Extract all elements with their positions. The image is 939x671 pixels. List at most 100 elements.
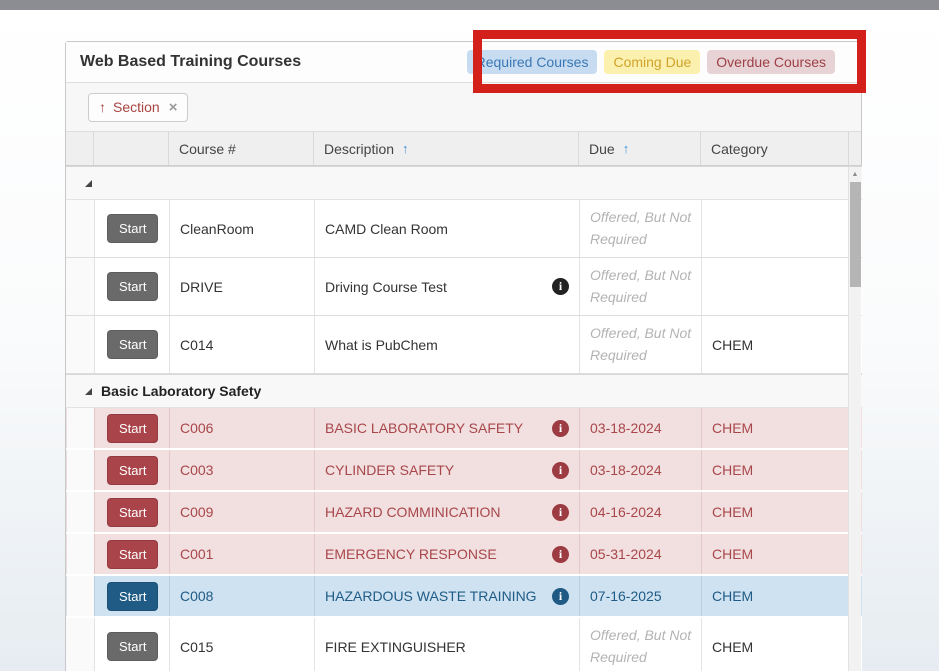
table-row[interactable]: Start C001 EMERGENCY RESPONSE i 05-31-20… [66, 534, 862, 576]
description-text: FIRE EXTINGUISHER [325, 639, 466, 655]
description-text: EMERGENCY RESPONSE [325, 546, 497, 562]
collapse-group-icon[interactable] [85, 180, 92, 187]
table-row[interactable]: Start C006 BASIC LABORATORY SAFETY i 03-… [66, 408, 862, 450]
due-cell: 05-31-2024 [579, 534, 701, 574]
scrollbar-thumb[interactable] [850, 182, 861, 287]
due-cell: 07-16-2025 [579, 576, 701, 616]
grouping-toolbar: ↑ Section × [66, 83, 861, 132]
start-course-button[interactable]: Start [107, 330, 158, 359]
training-courses-panel: Web Based Training Courses Required Cour… [65, 41, 862, 671]
description-text: What is PubChem [325, 337, 438, 353]
due-text: Offered, But Not Required [590, 207, 701, 250]
category-cell: CHEM [701, 408, 849, 448]
collapse-group-icon[interactable] [85, 388, 92, 395]
course-number-cell: C009 [169, 492, 314, 532]
row-toggle-cell [66, 576, 94, 616]
description-text: BASIC LABORATORY SAFETY [325, 420, 523, 436]
info-icon[interactable]: i [552, 278, 569, 295]
sort-asc-icon[interactable]: ↑ [99, 99, 106, 115]
legend-overdue-courses-badge: Overdue Courses [707, 50, 835, 74]
category-cell [701, 200, 849, 257]
header-course-number[interactable]: Course # [169, 132, 314, 165]
header-description[interactable]: Description ↑ [314, 132, 579, 165]
row-toggle-cell [66, 408, 94, 448]
course-number-cell: C001 [169, 534, 314, 574]
due-cell: 03-18-2024 [579, 408, 701, 448]
start-course-button[interactable]: Start [107, 456, 158, 485]
category-cell: CHEM [701, 576, 849, 616]
table-row[interactable]: Start C009 HAZARD COMMINICATION i 04-16-… [66, 492, 862, 534]
row-action-cell: Start [94, 200, 169, 257]
description-text: HAZARDOUS WASTE TRAINING [325, 588, 537, 604]
row-toggle-cell [66, 258, 94, 315]
scrollbar-up-icon[interactable]: ▲ [849, 167, 861, 181]
description-text: HAZARD COMMINICATION [325, 504, 501, 520]
table-row[interactable]: Start DRIVE Driving Course Test i Offere… [66, 258, 862, 316]
group-header-basic-laboratory-safety[interactable]: Basic Laboratory Safety [66, 374, 862, 408]
info-icon[interactable]: i [552, 546, 569, 563]
start-course-button[interactable]: Start [107, 272, 158, 301]
screen: Web Based Training Courses Required Cour… [0, 0, 939, 671]
legend-required-courses-badge: Required Courses [467, 50, 598, 74]
table-row[interactable]: Start C003 CYLINDER SAFETY i 03-18-2024 … [66, 450, 862, 492]
sort-asc-icon[interactable]: ↑ [623, 141, 630, 156]
header-toggle-column [66, 132, 94, 165]
table-row[interactable]: Start CleanRoom CAMD Clean Room Offered,… [66, 200, 862, 258]
description-text: CAMD Clean Room [325, 221, 448, 237]
sort-asc-icon[interactable]: ↑ [402, 141, 409, 156]
header-course-label: Course # [179, 141, 236, 157]
remove-group-icon[interactable]: × [169, 99, 178, 116]
description-cell: HAZARD COMMINICATION i [314, 492, 579, 532]
header-category[interactable]: Category [701, 132, 849, 165]
start-course-button[interactable]: Start [107, 414, 158, 443]
course-number-cell: C014 [169, 316, 314, 373]
row-toggle-cell [66, 200, 94, 257]
header-category-label: Category [711, 141, 768, 157]
info-icon[interactable]: i [552, 462, 569, 479]
start-course-button[interactable]: Start [107, 632, 158, 661]
due-cell: Offered, But Not Required [579, 200, 701, 257]
description-cell: CYLINDER SAFETY i [314, 450, 579, 490]
description-cell: BASIC LABORATORY SAFETY i [314, 408, 579, 448]
due-text: Offered, But Not Required [590, 625, 701, 668]
header-description-label: Description [324, 141, 394, 157]
course-number-cell: C015 [169, 618, 314, 671]
info-icon[interactable]: i [552, 504, 569, 521]
table-body: Start CleanRoom CAMD Clean Room Offered,… [66, 166, 862, 671]
category-cell [701, 258, 849, 315]
start-course-button[interactable]: Start [107, 214, 158, 243]
category-cell: CHEM [701, 450, 849, 490]
info-icon[interactable]: i [552, 420, 569, 437]
course-number-cell: C006 [169, 408, 314, 448]
group-header-unlabeled[interactable] [66, 166, 862, 200]
table-header-row: Course # Description ↑ Due ↑ Category [66, 132, 861, 166]
info-icon[interactable]: i [552, 588, 569, 605]
start-course-button[interactable]: Start [107, 498, 158, 527]
table-row-selected[interactable]: Start C008 HAZARDOUS WASTE TRAINING i 07… [66, 576, 862, 618]
category-cell: CHEM [701, 534, 849, 574]
panel-header: Web Based Training Courses Required Cour… [66, 42, 861, 83]
header-due[interactable]: Due ↑ [579, 132, 701, 165]
category-cell: CHEM [701, 316, 849, 373]
group-by-section-chip[interactable]: ↑ Section × [88, 93, 188, 122]
table-row[interactable]: Start C015 FIRE EXTINGUISHER Offered, Bu… [66, 618, 862, 671]
row-toggle-cell [66, 316, 94, 373]
due-text: Offered, But Not Required [590, 323, 701, 366]
start-course-button[interactable]: Start [107, 582, 158, 611]
group-chip-label[interactable]: Section [113, 99, 160, 115]
row-toggle-cell [66, 450, 94, 490]
vertical-scrollbar[interactable]: ▲ [848, 167, 861, 671]
browser-top-strip [0, 0, 939, 10]
table-row[interactable]: Start C014 What is PubChem Offered, But … [66, 316, 862, 374]
due-cell: 03-18-2024 [579, 450, 701, 490]
start-course-button[interactable]: Start [107, 540, 158, 569]
row-toggle-cell [66, 492, 94, 532]
row-toggle-cell [66, 618, 94, 671]
course-number-cell: C008 [169, 576, 314, 616]
description-cell: EMERGENCY RESPONSE i [314, 534, 579, 574]
row-action-cell: Start [94, 534, 169, 574]
row-action-cell: Start [94, 258, 169, 315]
category-cell: CHEM [701, 618, 849, 671]
due-text: Offered, But Not Required [590, 265, 701, 308]
header-due-label: Due [589, 141, 615, 157]
